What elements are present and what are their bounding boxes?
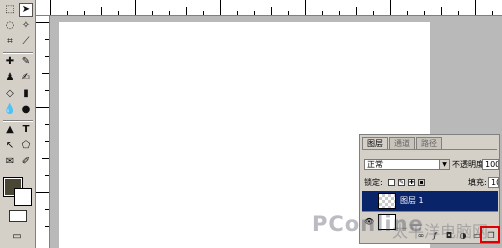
lock-label: 锁定:: [364, 178, 383, 187]
layer-row[interactable]: 图层 1: [362, 191, 498, 211]
vertical-ruler: [36, 16, 50, 248]
healing-brush-icon[interactable]: ✚: [3, 55, 17, 69]
lock-options: ✎ ✚ ▪: [388, 179, 425, 186]
clone-stamp-icon[interactable]: ♟: [3, 71, 17, 85]
quick-mask-icon[interactable]: [9, 210, 27, 222]
tab-paths[interactable]: 路径: [416, 137, 442, 149]
tab-channels[interactable]: 通道: [389, 137, 415, 149]
blend-mode-select[interactable]: 正常 ▼: [364, 159, 450, 170]
blend-mode-value: 正常: [367, 160, 383, 169]
lock-all-icon[interactable]: ▪: [418, 179, 425, 186]
tab-layers[interactable]: 图层: [362, 137, 388, 149]
visibility-icon[interactable]: [364, 196, 374, 206]
layer-thumbnail: [378, 193, 396, 209]
lock-transparency-icon[interactable]: [388, 179, 395, 186]
history-brush-icon[interactable]: ✍: [19, 71, 33, 85]
direct-selection-icon[interactable]: ↖: [3, 139, 17, 153]
magic-wand-icon[interactable]: ✧: [19, 19, 33, 33]
screen-mode-icon[interactable]: ▭: [10, 230, 24, 244]
horizontal-ruler: [36, 0, 502, 16]
background-color-swatch[interactable]: [14, 188, 32, 206]
toolbox: ⬚ ➤ ◌ ✧ ⌗ ⟋ ✚ ✎ ♟ ✍ ◇ ▮ 💧 ● ▲ T ↖ ⬠ ✉ ✐ …: [0, 0, 36, 248]
type-tool-icon[interactable]: T: [19, 123, 33, 137]
lasso-tool-icon[interactable]: ◌: [3, 19, 17, 33]
chevron-down-icon: ▼: [439, 160, 449, 169]
fill-label: 填充:: [468, 178, 487, 187]
shape-tool-icon[interactable]: ⬠: [19, 139, 33, 153]
dodge-tool-icon[interactable]: ●: [19, 103, 33, 117]
path-selection-icon[interactable]: ▲: [3, 123, 17, 137]
slice-tool-icon[interactable]: ⟋: [19, 35, 33, 49]
lock-pixels-icon[interactable]: ✎: [398, 179, 405, 186]
layer-name: 图层 1: [400, 196, 424, 205]
notes-tool-icon[interactable]: ✉: [3, 155, 17, 169]
blur-tool-icon[interactable]: 💧: [3, 103, 17, 117]
gradient-tool-icon[interactable]: ▮: [19, 87, 33, 101]
move-tool-icon[interactable]: ➤: [19, 3, 33, 17]
brush-tool-icon[interactable]: ✎: [19, 55, 33, 69]
watermark-cn: 太平洋电脑网: [392, 222, 489, 241]
marquee-tool-icon[interactable]: ⬚: [3, 3, 17, 17]
crop-tool-icon[interactable]: ⌗: [3, 35, 17, 49]
lock-position-icon[interactable]: ✚: [408, 179, 415, 186]
opacity-field[interactable]: 100: [482, 159, 499, 170]
panel-tabs: 图层 通道 路径: [362, 137, 443, 149]
eyedropper-icon[interactable]: ✐: [19, 155, 33, 169]
fill-field[interactable]: 100: [488, 177, 499, 188]
eraser-tool-icon[interactable]: ◇: [3, 87, 17, 101]
